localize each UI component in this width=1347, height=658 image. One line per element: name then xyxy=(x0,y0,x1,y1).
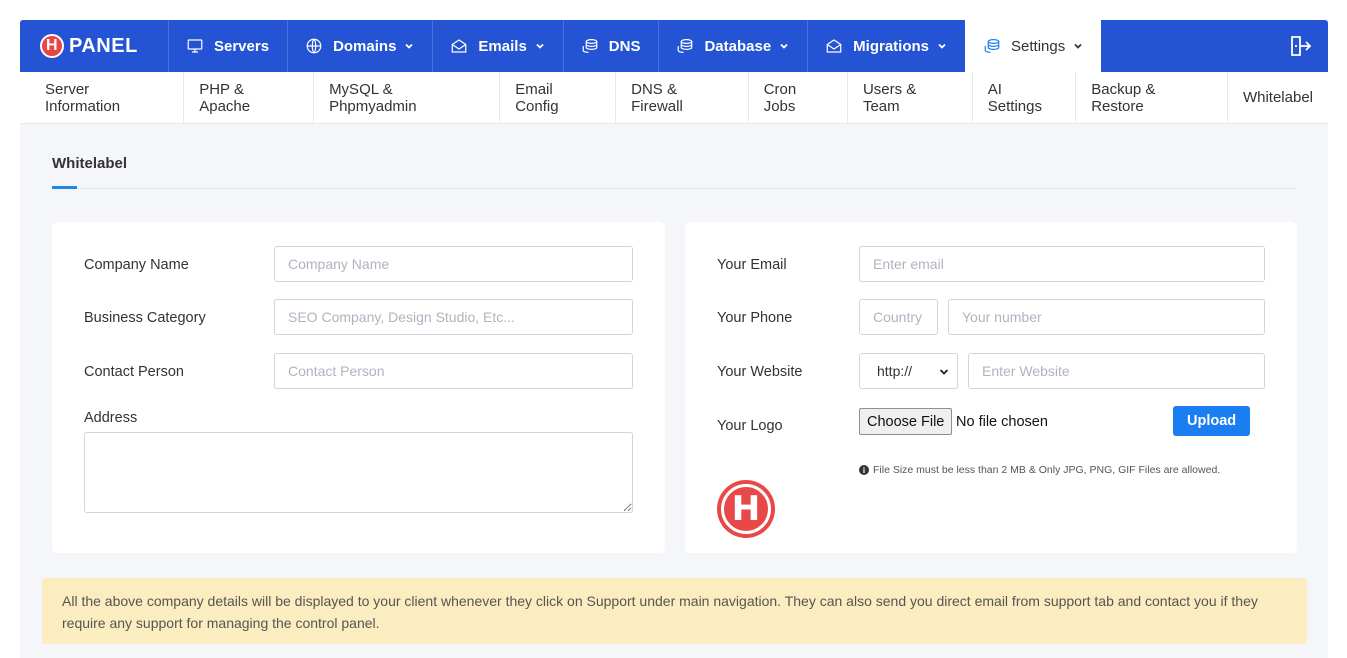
nav-label: DNS xyxy=(608,37,641,55)
tab-whitelabel[interactable]: Whitelabel xyxy=(1228,72,1328,123)
nav-label: Servers xyxy=(214,37,270,55)
nav-servers[interactable]: Servers xyxy=(168,20,287,72)
chevron-down-icon xyxy=(938,43,946,49)
tab-backup-restore[interactable]: Backup & Restore xyxy=(1076,72,1228,123)
chevron-down-icon xyxy=(536,43,544,49)
hint-text: File Size must be less than 2 MB & Only … xyxy=(873,464,1221,476)
email-input[interactable] xyxy=(859,246,1265,282)
nav-label: Database xyxy=(704,37,772,55)
tab-mysql-phpmyadmin[interactable]: MySQL & Phpmyadmin xyxy=(314,72,501,123)
tab-users-team[interactable]: Users & Team xyxy=(848,72,973,123)
chevron-down-icon xyxy=(939,369,949,375)
info-icon: i xyxy=(859,465,869,475)
logout-icon[interactable] xyxy=(1288,34,1312,58)
protocol-selected: http:// xyxy=(877,363,913,379)
logo-preview: H xyxy=(717,480,775,538)
app-window: H PANEL Servers Domains Emails DNS Datab… xyxy=(20,20,1328,658)
database-icon xyxy=(678,39,693,53)
globe-icon xyxy=(306,38,322,54)
top-navigation: H PANEL Servers Domains Emails DNS Datab… xyxy=(20,20,1328,72)
address-label: Address xyxy=(84,410,138,426)
title-divider xyxy=(52,188,1296,189)
chevron-down-icon xyxy=(1074,43,1082,49)
website-input[interactable] xyxy=(968,353,1265,389)
tab-dns-firewall[interactable]: DNS & Firewall xyxy=(616,72,749,123)
logo-label: Your Logo xyxy=(717,418,783,434)
nav-dns[interactable]: DNS xyxy=(562,20,659,72)
address-textarea[interactable] xyxy=(84,432,633,513)
upload-button[interactable]: Upload xyxy=(1173,406,1251,436)
phone-country-input[interactable] xyxy=(859,299,938,335)
envelope-icon xyxy=(452,39,467,53)
page-title: Whitelabel xyxy=(52,155,128,172)
protocol-select[interactable]: http:// xyxy=(859,353,958,389)
business-category-input[interactable] xyxy=(274,299,633,335)
brand-logo[interactable]: H PANEL xyxy=(20,20,168,72)
monitor-icon xyxy=(187,39,203,53)
chevron-down-icon xyxy=(780,43,788,49)
settings-subnav: Server Information PHP & Apache MySQL & … xyxy=(20,72,1328,124)
info-notice: All the above company details will be di… xyxy=(42,578,1307,644)
company-name-label: Company Name xyxy=(84,257,189,273)
nav-settings[interactable]: Settings xyxy=(965,20,1102,72)
database-icon xyxy=(582,39,598,53)
tab-cron-jobs[interactable]: Cron Jobs xyxy=(749,72,848,123)
phone-label: Your Phone xyxy=(717,310,793,326)
company-name-input[interactable] xyxy=(274,246,633,282)
title-accent-bar xyxy=(52,186,77,189)
nav-migrations[interactable]: Migrations xyxy=(807,20,965,72)
business-category-label: Business Category xyxy=(84,310,206,326)
brand-badge: H xyxy=(40,34,64,58)
contact-details-card: Your Email Your Phone Your Website http:… xyxy=(685,222,1297,553)
no-file-text: No file chosen xyxy=(956,414,1048,430)
nav-label: Migrations xyxy=(853,37,930,55)
logo-preview-letter: H xyxy=(721,484,771,534)
file-size-hint: i File Size must be less than 2 MB & Onl… xyxy=(859,464,1220,476)
envelope-icon xyxy=(826,39,842,53)
nav-database[interactable]: Database xyxy=(658,20,807,72)
tab-server-information[interactable]: Server Information xyxy=(20,72,185,123)
chevron-down-icon xyxy=(405,43,414,49)
tab-ai-settings[interactable]: AI Settings xyxy=(973,72,1077,123)
tab-php-apache[interactable]: PHP & Apache xyxy=(184,72,315,123)
nav-label: Domains xyxy=(333,37,397,55)
brand-name: PANEL xyxy=(69,34,138,57)
nav-domains[interactable]: Domains xyxy=(287,20,432,72)
website-label: Your Website xyxy=(717,364,803,380)
nav-label: Emails xyxy=(478,37,527,55)
tab-email-config[interactable]: Email Config xyxy=(500,72,617,123)
nav-emails[interactable]: Emails xyxy=(432,20,562,72)
contact-person-label: Contact Person xyxy=(84,364,184,380)
contact-person-input[interactable] xyxy=(274,353,633,389)
choose-file-button[interactable]: Choose File xyxy=(859,408,953,435)
email-label: Your Email xyxy=(717,257,787,273)
database-icon xyxy=(984,39,1000,53)
nav-label: Settings xyxy=(1011,37,1066,55)
company-details-card: Company Name Business Category Contact P… xyxy=(52,222,665,553)
phone-number-input[interactable] xyxy=(948,299,1265,335)
